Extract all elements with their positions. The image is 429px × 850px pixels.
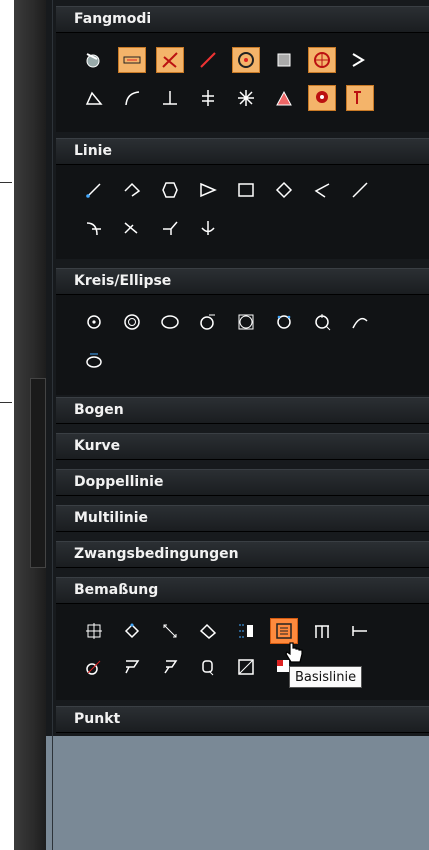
- section-header-kurve[interactable]: Kurve: [56, 433, 429, 460]
- section-title: Punkt: [74, 711, 121, 727]
- section-title: Multilinie: [74, 510, 149, 526]
- section-title: Kreis/Ellipse: [74, 273, 172, 289]
- section-header-doppellinie[interactable]: Doppellinie: [56, 469, 429, 496]
- inscribed-circle-icon[interactable]: [232, 309, 260, 335]
- snap-tangent-icon[interactable]: [194, 85, 222, 111]
- diamond-icon[interactable]: [270, 177, 298, 203]
- section-title: Fangmodi: [74, 11, 152, 27]
- section-header-bogen[interactable]: Bogen: [56, 397, 429, 424]
- dim-leader-2-icon[interactable]: [156, 654, 184, 680]
- section-header-multilinie[interactable]: Multilinie: [56, 505, 429, 532]
- snap-star-icon[interactable]: [232, 85, 260, 111]
- snap-line-icon[interactable]: [194, 47, 222, 73]
- dim-radius-icon[interactable]: [194, 618, 222, 644]
- left-margin: [0, 0, 14, 850]
- dim-quick-icon[interactable]: [194, 654, 222, 680]
- circle-move-icon[interactable]: [80, 347, 108, 373]
- snap-perpendicular-icon[interactable]: [156, 85, 184, 111]
- dim-chain-icon[interactable]: [308, 618, 336, 644]
- circle-center-icon[interactable]: [80, 309, 108, 335]
- section-title: Linie: [74, 143, 112, 159]
- circle-arc-icon[interactable]: [346, 309, 374, 335]
- dim-text-icon[interactable]: [232, 618, 260, 644]
- linie-body: [56, 165, 429, 259]
- dim-box-icon[interactable]: [232, 654, 260, 680]
- section-header-fangmodi[interactable]: Fangmodi: [56, 6, 429, 33]
- snap-curve-icon[interactable]: [118, 85, 146, 111]
- bisector-icon[interactable]: [80, 215, 108, 241]
- section-title: Doppellinie: [74, 474, 164, 490]
- snap-box-icon[interactable]: [270, 47, 298, 73]
- dim-aligned-icon[interactable]: [118, 618, 146, 644]
- trim-line-icon[interactable]: [118, 215, 146, 241]
- snap-intersection-icon[interactable]: [156, 47, 184, 73]
- section-header-kreis[interactable]: Kreis/Ellipse: [56, 268, 429, 295]
- dim-leader-icon[interactable]: [118, 654, 146, 680]
- polygon-icon[interactable]: [156, 177, 184, 203]
- rectangle-icon[interactable]: [232, 177, 260, 203]
- section-header-linie[interactable]: Linie: [56, 138, 429, 165]
- section-header-bemassung[interactable]: Bemaßung: [56, 577, 429, 604]
- kreis-body: [56, 295, 429, 395]
- triangle-icon[interactable]: [194, 177, 222, 203]
- fangmodi-body: [56, 33, 429, 132]
- circle-tangent-icon[interactable]: [194, 309, 222, 335]
- section-header-zwangsbedingungen[interactable]: Zwangsbedingungen: [56, 541, 429, 568]
- circle-3pt-icon[interactable]: [270, 309, 298, 335]
- snap-midpoint-icon[interactable]: [118, 47, 146, 73]
- section-title: Bogen: [74, 402, 124, 418]
- section-header-punkt[interactable]: Punkt: [56, 706, 429, 733]
- dim-vertical-icon[interactable]: [80, 618, 108, 644]
- line-icon[interactable]: [80, 177, 108, 203]
- snap-center-icon[interactable]: [232, 47, 260, 73]
- snap-arrow-icon[interactable]: [346, 47, 374, 73]
- section-title: Zwangsbedingungen: [74, 546, 239, 562]
- rail-scroll-thumb[interactable]: [30, 378, 46, 568]
- hand-cursor-icon: [285, 642, 303, 663]
- tooltip: Basislinie: [289, 666, 363, 688]
- anchor-line-icon[interactable]: [194, 215, 222, 241]
- snap-endpoint-icon[interactable]: [80, 47, 108, 73]
- concentric-circle-icon[interactable]: [118, 309, 146, 335]
- palette-border: [52, 0, 53, 850]
- snap-target-icon[interactable]: [308, 47, 336, 73]
- snap-text-icon[interactable]: [346, 85, 374, 111]
- bemassung-body: [56, 604, 429, 700]
- dim-angle-icon[interactable]: [156, 618, 184, 644]
- tool-palette: Fangmodi Linie Kreis/Ellipse Bogen Kurve…: [46, 0, 429, 850]
- polyline-icon[interactable]: [118, 177, 146, 203]
- section-title: Kurve: [74, 438, 121, 454]
- branch-line-icon[interactable]: [156, 215, 184, 241]
- circle-snap-icon[interactable]: [308, 309, 336, 335]
- angle-line-icon[interactable]: [308, 177, 336, 203]
- section-title: Bemaßung: [74, 582, 159, 598]
- snap-vertex-icon[interactable]: [270, 85, 298, 111]
- snap-angle-icon[interactable]: [80, 85, 108, 111]
- slope-line-icon[interactable]: [346, 177, 374, 203]
- dim-diameter-icon[interactable]: [80, 654, 108, 680]
- dim-extend-icon[interactable]: [346, 618, 374, 644]
- edge-tick: [0, 182, 12, 183]
- snap-node-icon[interactable]: [308, 85, 336, 111]
- edge-tick: [0, 402, 12, 403]
- ellipse-icon[interactable]: [156, 309, 184, 335]
